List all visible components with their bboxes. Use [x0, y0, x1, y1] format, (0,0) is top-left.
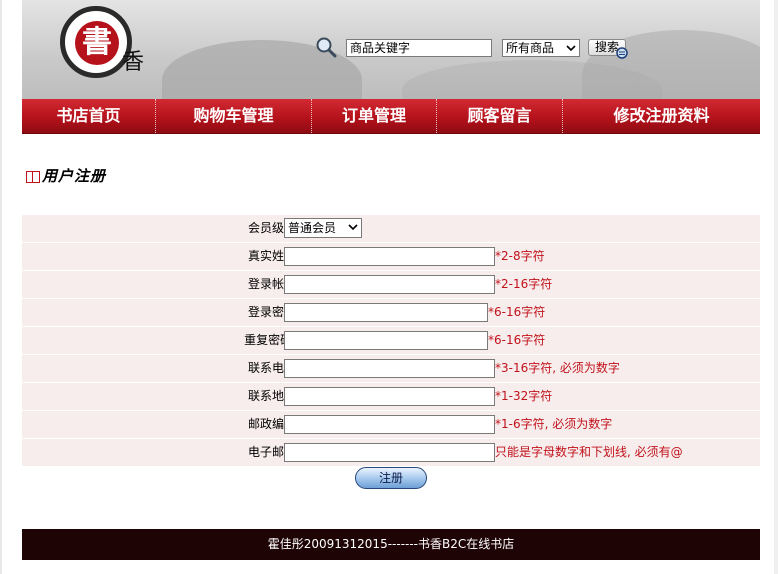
- category-select[interactable]: 所有商品: [502, 39, 580, 57]
- registration-form: 会员级别: 普通会员 真实姓名: *2-8字符 登录帐号: *2-16字符 登录…: [22, 215, 760, 467]
- nav-item-home[interactable]: 书店首页: [22, 99, 156, 133]
- category-selected: 所有商品: [506, 41, 555, 55]
- email-hint: 只能是字母数字和下划线, 必须有@: [495, 445, 683, 459]
- footer-text: 霍佳彤20091312015-------书香B2C在线书店: [22, 529, 760, 560]
- address-hint: *1-32字符: [495, 389, 553, 403]
- zipcode-hint: *1-6字符, 必须为数字: [495, 417, 613, 431]
- phone-input[interactable]: [284, 359, 495, 378]
- main-nav: 书店首页 购物车管理 订单管理 顾客留言 修改注册资料: [22, 99, 760, 134]
- realname-hint: *2-8字符: [495, 249, 545, 263]
- account-hint: *2-16字符: [495, 277, 553, 291]
- site-header: 書 香 商品关键字 所有商品 搜索: [22, 0, 760, 100]
- password-confirm-hint: *6-16字符: [488, 333, 546, 347]
- form-row-address: 联系地址: *1-32字符: [22, 383, 760, 411]
- form-row-zipcode: 邮政编码: *1-6字符, 必须为数字: [22, 411, 760, 439]
- member-level-select[interactable]: 普通会员: [284, 218, 362, 238]
- register-button[interactable]: 注册: [355, 467, 427, 489]
- email-input[interactable]: [284, 443, 495, 462]
- password-hint: *6-16字符: [488, 305, 546, 319]
- search-input[interactable]: 商品关键字: [346, 39, 492, 57]
- left-border: [0, 0, 2, 574]
- realname-input[interactable]: [284, 247, 495, 266]
- form-row-password-confirm: 重复密码 : *6-16字符: [22, 327, 760, 355]
- nav-item-orders[interactable]: 订单管理: [312, 99, 437, 133]
- page-title: 用户注册: [42, 167, 107, 185]
- logo-side-char: 香: [122, 50, 145, 75]
- book-icon: [26, 171, 40, 183]
- section-title: 用户注册: [26, 165, 106, 186]
- chevron-down-icon: [348, 224, 358, 231]
- nav-item-profile[interactable]: 修改注册资料: [563, 99, 760, 133]
- logo-char: 書: [75, 21, 119, 65]
- right-border: [774, 0, 778, 574]
- form-row-account: 登录帐号: *2-16字符: [22, 271, 760, 299]
- form-row-password: 登录密码: *6-16字符: [22, 299, 760, 327]
- password-confirm-input[interactable]: [284, 331, 488, 350]
- form-row-phone: 联系电话: *3-16字符, 必须为数字: [22, 355, 760, 383]
- form-row-realname: 真实姓名: *2-8字符: [22, 243, 760, 271]
- form-row-email: 电子邮箱: 只能是字母数字和下划线, 必须有@: [22, 439, 760, 467]
- form-row-level: 会员级别: 普通会员: [22, 215, 760, 243]
- search-icon: [316, 37, 337, 58]
- nav-item-cart[interactable]: 购物车管理: [156, 99, 312, 133]
- member-level-selected: 普通会员: [288, 221, 337, 235]
- phone-hint: *3-16字符, 必须为数字: [495, 361, 620, 375]
- address-input[interactable]: [284, 387, 495, 406]
- password-input[interactable]: [284, 303, 488, 322]
- account-input[interactable]: [284, 275, 495, 294]
- chevron-down-icon: [566, 45, 576, 52]
- zipcode-input[interactable]: [284, 415, 495, 434]
- magnifier-icon: [616, 47, 628, 59]
- nav-item-messages[interactable]: 顾客留言: [437, 99, 563, 133]
